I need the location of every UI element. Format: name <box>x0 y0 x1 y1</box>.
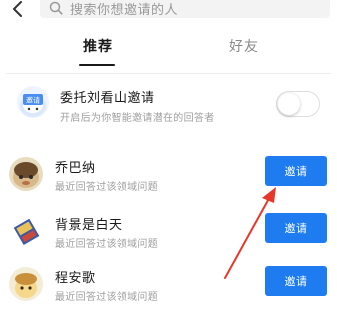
user-name[interactable]: 程安歌 <box>55 267 96 286</box>
active-tab-indicator <box>79 64 115 66</box>
search-input[interactable]: 搜索你想邀请的人 <box>40 0 330 18</box>
user-description: 最近回答过该领域问题 <box>55 182 158 193</box>
mascot-avatar: 邀请 <box>17 86 49 118</box>
user-row: 背景是白天 最近回答过该领域问题 邀请 <box>0 210 337 260</box>
toggle-knob <box>278 93 300 115</box>
user-name[interactable]: 乔巴纳 <box>55 157 96 176</box>
user-name[interactable]: 背景是白天 <box>55 214 123 233</box>
invite-button[interactable]: 邀请 <box>265 213 327 243</box>
search-icon <box>49 0 63 15</box>
delegate-invite-row: 邀请 委托刘看山邀请 开启后为你智能邀请潜在的回答者 <box>0 78 337 128</box>
top-bar: 搜索你想邀请的人 <box>0 0 337 22</box>
invite-button[interactable]: 邀请 <box>265 156 327 186</box>
user-description: 最近回答过该领域问题 <box>55 292 158 303</box>
back-arrow-icon[interactable] <box>8 0 28 19</box>
avatar[interactable] <box>9 267 43 301</box>
user-row: 乔巴纳 最近回答过该领域问题 邀请 <box>0 153 337 203</box>
avatar[interactable] <box>9 157 43 191</box>
avatar[interactable] <box>9 214 43 248</box>
delegate-subtitle: 开启后为你智能邀请潜在的回答者 <box>60 113 215 124</box>
divider <box>6 73 331 74</box>
tab-friends[interactable]: 好友 <box>229 36 259 56</box>
invite-button[interactable]: 邀请 <box>265 266 327 296</box>
tab-recommend[interactable]: 推荐 <box>83 36 113 56</box>
mascot-badge-text: 邀请 <box>26 96 40 105</box>
search-placeholder: 搜索你想邀请的人 <box>70 3 179 18</box>
delegate-toggle[interactable] <box>276 91 320 117</box>
user-description: 最近回答过该领域问题 <box>55 239 158 250</box>
user-row: 程安歌 最近回答过该领域问题 邀请 <box>0 263 337 313</box>
delegate-title: 委托刘看山邀请 <box>60 91 155 106</box>
tab-bar: 推荐 好友 <box>0 22 337 68</box>
